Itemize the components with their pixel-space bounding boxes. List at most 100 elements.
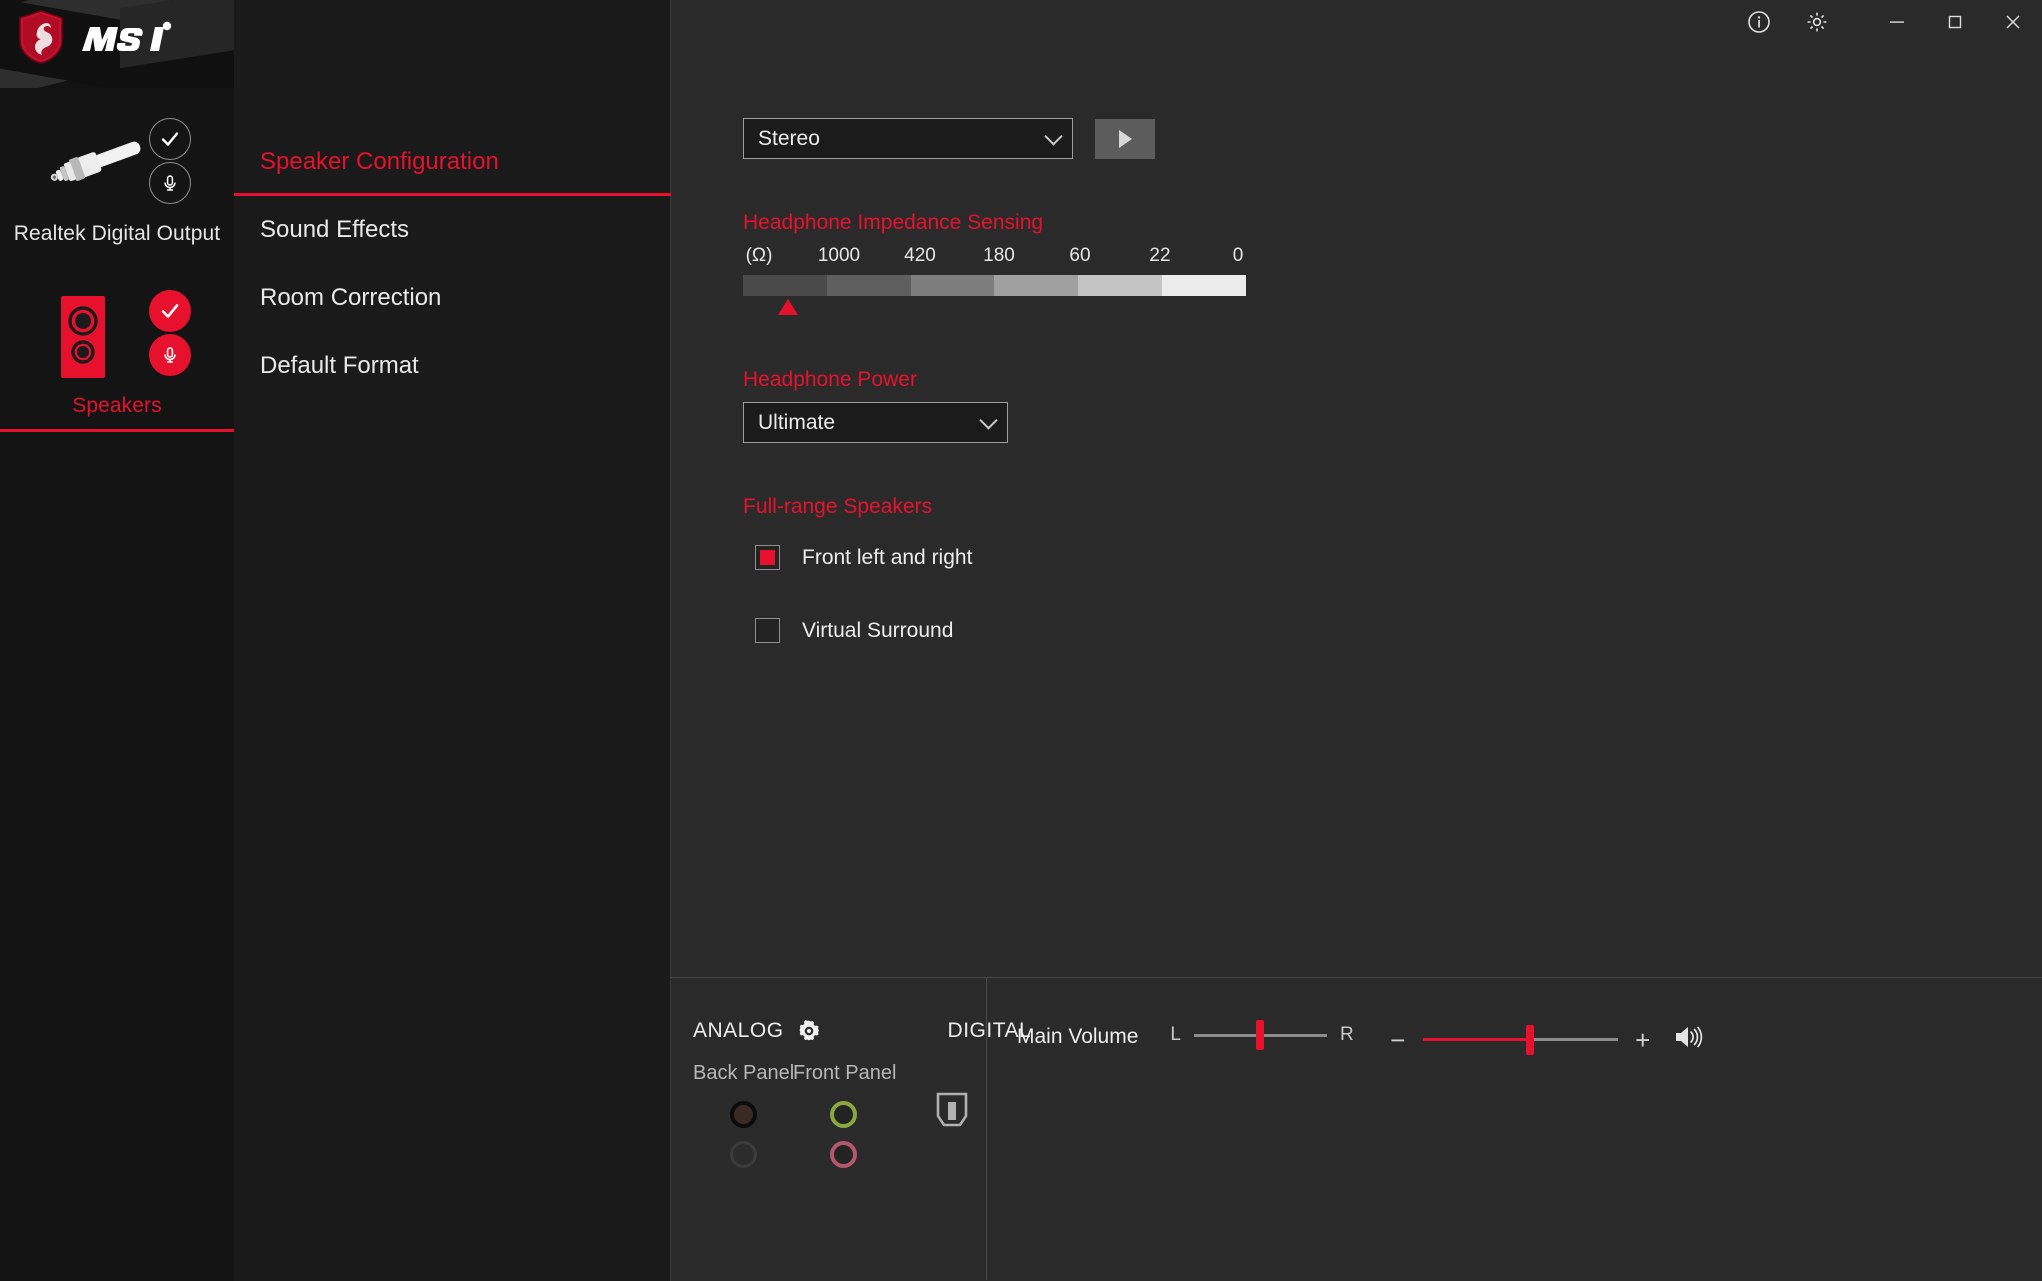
back-panel-label: Back Panel — [693, 1062, 795, 1084]
jacks-panel: ANALOG DIGITAL Back Panel Front Panel — [671, 978, 1031, 1280]
settings-button[interactable] — [1788, 0, 1846, 44]
volume-slider-thumb[interactable] — [1525, 1024, 1534, 1055]
back-panel-column: Back Panel — [693, 1062, 795, 1181]
test-play-button[interactable] — [1095, 118, 1155, 159]
checkbox-label: Virtual Surround — [802, 618, 954, 642]
chevron-down-icon — [1044, 126, 1063, 146]
checkbox-front-left-and-right[interactable]: Front left and right — [743, 545, 2042, 570]
full-range-title: Full-range Speakers — [743, 495, 933, 518]
volume-panel: Main Volume L R − + — [987, 978, 2042, 1280]
digital-column — [917, 1062, 986, 1181]
maximize-button[interactable] — [1926, 0, 1984, 44]
impedance-tick: 22 — [1149, 245, 1171, 266]
volume-increase-button[interactable]: + — [1631, 1027, 1655, 1053]
impedance-tick: 60 — [1069, 245, 1091, 266]
impedance-segment — [743, 275, 827, 296]
volume-slider-fill — [1422, 1038, 1530, 1041]
checkbox-label: Front left and right — [802, 545, 973, 569]
jacks-body: Back Panel Front Panel — [693, 1062, 986, 1181]
device-speakers[interactable]: Speakers — [0, 260, 234, 432]
device-label: Realtek Digital Output — [13, 222, 221, 245]
checkbox-checked-fill — [760, 550, 775, 565]
front-jack-pink[interactable] — [829, 1141, 857, 1168]
device-input-badge[interactable] — [149, 334, 191, 376]
front-jack-green[interactable] — [829, 1101, 857, 1128]
device-output-badge[interactable] — [149, 290, 191, 332]
impedance-scale: (Ω) 1000 420 180 60 22 0 — [743, 245, 1246, 316]
impedance-marker[interactable] — [778, 299, 799, 315]
device-icon-row — [37, 290, 197, 380]
tab-label: Speaker Configuration — [260, 148, 499, 175]
tab-sound-effects[interactable]: Sound Effects — [234, 196, 670, 264]
main-volume-label: Main Volume — [1017, 1025, 1139, 1048]
info-circle-icon — [1748, 11, 1770, 33]
microphone-icon — [164, 347, 176, 363]
balance-right-label: R — [1339, 1024, 1354, 1045]
close-icon — [2006, 15, 2020, 29]
impedance-unit-label: (Ω) — [745, 245, 773, 266]
balance-left-label: L — [1170, 1024, 1181, 1045]
check-icon — [161, 132, 179, 146]
impedance-segment — [1078, 275, 1163, 296]
volume-decrease-button[interactable]: − — [1386, 1027, 1410, 1053]
tab-speaker-configuration[interactable]: Speaker Configuration — [234, 128, 671, 196]
headphone-power-value: Ultimate — [758, 410, 836, 434]
gear-icon — [799, 1020, 819, 1041]
tab-default-format[interactable]: Default Format — [234, 332, 670, 400]
jacks-header: ANALOG DIGITAL — [693, 1016, 1031, 1046]
gear-icon — [1807, 12, 1827, 32]
impedance-ticks: (Ω) 1000 420 180 60 22 0 — [743, 245, 1246, 271]
impedance-segment — [1162, 275, 1246, 296]
microphone-icon — [164, 175, 176, 191]
balance-slider-track[interactable] — [1193, 1020, 1327, 1050]
tab-label: Room Correction — [260, 284, 442, 311]
device-label: Speakers — [72, 394, 162, 417]
minimize-icon — [1890, 21, 1904, 23]
impedance-tick: 180 — [983, 245, 1015, 266]
speaker-configuration-content: Stereo Headphone Impedance Sensing (Ω) 1… — [671, 0, 2042, 978]
msi-dragon-shield-icon — [19, 10, 63, 64]
minimize-button[interactable] — [1868, 0, 1926, 44]
optical-spdif-port-icon[interactable] — [935, 1092, 969, 1128]
impedance-tick: 1000 — [817, 245, 861, 266]
msi-logo-banner — [0, 0, 234, 88]
speaker-config-row: Stereo — [743, 118, 2042, 159]
analog-label: ANALOG — [693, 1019, 784, 1042]
front-panel-column: Front Panel — [793, 1062, 897, 1181]
tab-room-correction[interactable]: Room Correction — [234, 264, 670, 332]
main-panel: Stereo Headphone Impedance Sensing (Ω) 1… — [671, 0, 2042, 1281]
checkbox-virtual-surround[interactable]: Virtual Surround — [743, 618, 2042, 643]
impedance-gradient-bar — [743, 275, 1246, 296]
balance-slider-thumb[interactable] — [1256, 1020, 1265, 1050]
msi-logo — [18, 10, 200, 64]
impedance-tick: 0 — [1232, 245, 1244, 266]
close-button[interactable] — [1984, 0, 2042, 44]
sidebar: Realtek Digital Output Speakers — [0, 0, 234, 1281]
device-realtek-digital-output[interactable]: Realtek Digital Output — [0, 88, 234, 260]
msi-realtek-audio-console-window: Realtek Digital Output Speakers Speaker … — [0, 0, 2042, 1281]
headphone-power-select[interactable]: Ultimate — [743, 402, 1008, 443]
back-jack-2[interactable] — [729, 1141, 757, 1168]
volume-slider-track[interactable] — [1422, 1024, 1618, 1055]
speaker-config-value: Stereo — [758, 126, 820, 150]
device-output-badge[interactable] — [149, 118, 191, 160]
optical-plug-icon — [50, 141, 141, 182]
maximize-icon — [1948, 15, 1962, 29]
volume-slider-group: − + — [1386, 1024, 1703, 1055]
play-icon — [1118, 129, 1132, 148]
impedance-segment — [910, 275, 995, 296]
back-jack-1[interactable] — [729, 1101, 757, 1128]
chevron-down-icon — [979, 410, 998, 430]
impedance-title: Headphone Impedance Sensing — [743, 211, 1044, 234]
titlebar — [1542, 0, 2042, 44]
analog-settings-button[interactable] — [796, 1018, 822, 1044]
speaker-config-select[interactable]: Stereo — [743, 118, 1073, 159]
checkbox-box — [755, 545, 780, 570]
mute-toggle-button[interactable] — [1673, 1024, 1703, 1055]
info-button[interactable] — [1730, 0, 1788, 44]
impedance-segment — [994, 275, 1079, 296]
front-panel-label: Front Panel — [793, 1062, 897, 1084]
msi-wordmark — [82, 21, 172, 51]
device-input-badge[interactable] — [149, 162, 191, 204]
device-icon-row — [37, 118, 197, 208]
